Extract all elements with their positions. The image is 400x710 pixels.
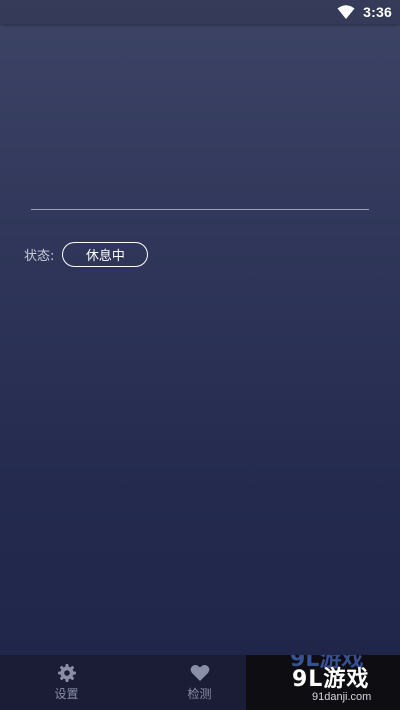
status-badge: 休息中	[62, 242, 149, 267]
status-bar: 3:36	[0, 0, 400, 24]
nav-label-settings: 设置	[54, 687, 79, 701]
nav-label-detect: 检测	[187, 687, 212, 701]
watermark-logo-text: 9L游戏	[292, 667, 370, 692]
wifi-icon	[337, 5, 355, 19]
watermark-logo: 9L游戏 9L游戏 91danji.com	[246, 655, 400, 710]
gear-icon	[57, 663, 77, 683]
watermark-url: 91danji.com	[312, 691, 372, 703]
status-row: 状态: 休息中	[24, 241, 149, 268]
heart-icon	[190, 663, 210, 683]
divider	[31, 209, 369, 210]
status-time: 3:36	[363, 4, 392, 20]
status-label: 状态:	[24, 249, 55, 264]
nav-item-settings[interactable]: 设置	[0, 655, 133, 710]
